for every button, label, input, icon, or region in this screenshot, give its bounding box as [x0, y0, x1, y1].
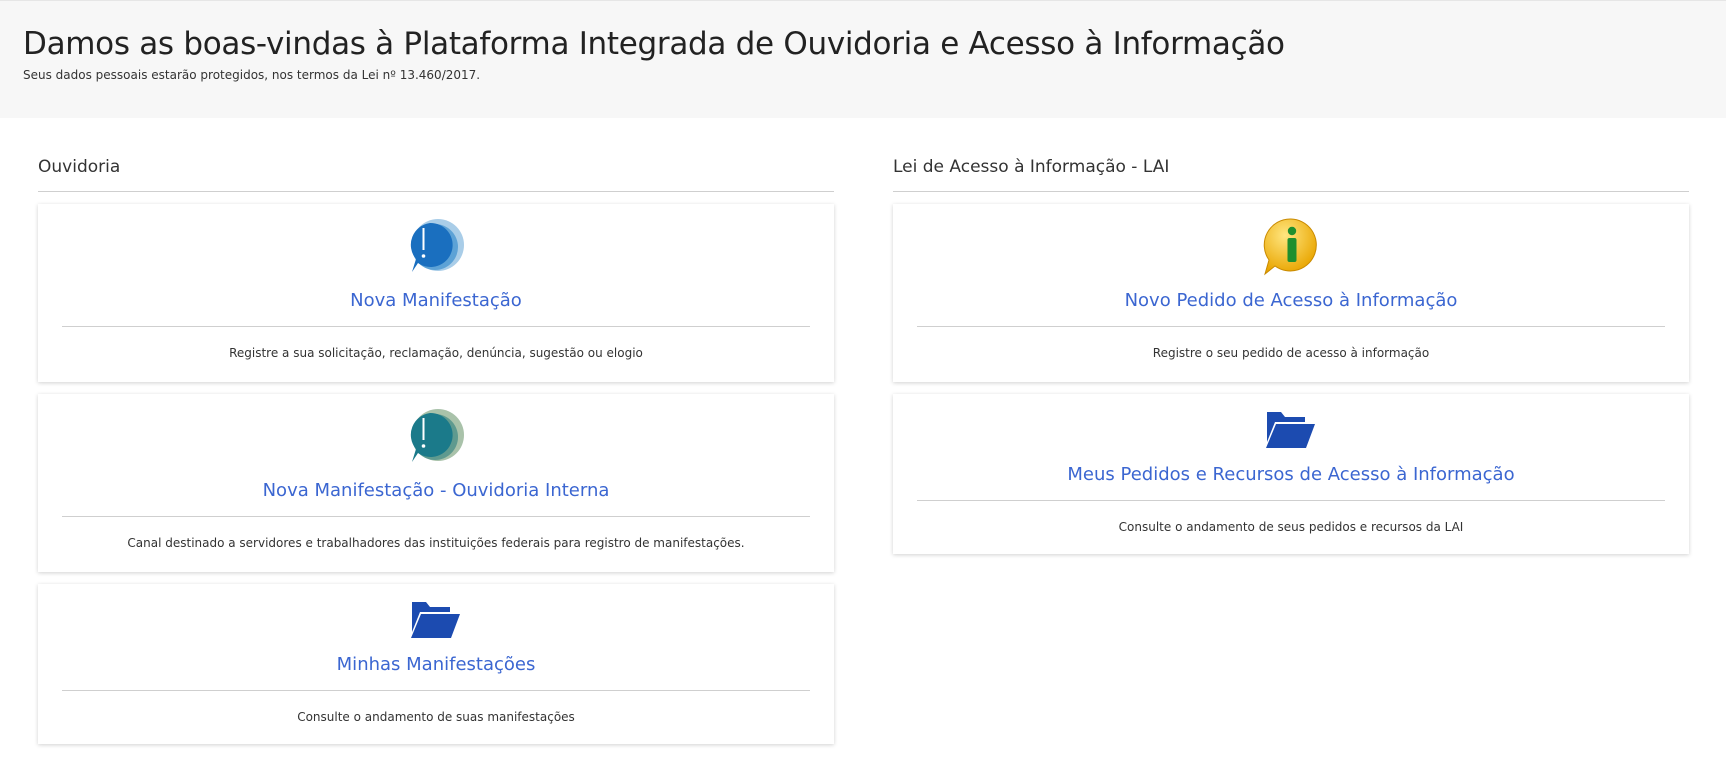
lai-section: Lei de Acesso à Informação - LAI Novo Pe… — [893, 156, 1689, 554]
card-divider — [917, 326, 1665, 327]
main-content: Ouvidoria Nova Manifestação Registre a s… — [0, 118, 1726, 772]
speech-bubble-exclamation-teal-icon — [410, 409, 464, 462]
minhas-manifestacoes-link[interactable]: Minhas Manifestações — [337, 654, 536, 676]
nova-manifestacao-description: Registre a sua solicitação, reclamação, … — [229, 346, 643, 360]
page-title: Damos as boas-vindas à Plataforma Integr… — [23, 26, 1285, 62]
novo-pedido-card[interactable]: Novo Pedido de Acesso à Informação Regis… — [893, 204, 1689, 382]
meus-pedidos-card[interactable]: Meus Pedidos e Recursos de Acesso à Info… — [893, 394, 1689, 554]
speech-bubble-exclamation-blue-icon — [410, 219, 464, 272]
novo-pedido-description: Registre o seu pedido de acesso à inform… — [1152, 346, 1430, 360]
nova-manifestacao-card[interactable]: Nova Manifestação Registre a sua solicit… — [38, 204, 834, 382]
folder-open-icon — [411, 602, 460, 638]
folder-open-icon — [1266, 412, 1315, 448]
nova-manifestacao-interna-link[interactable]: Nova Manifestação - Ouvidoria Interna — [263, 480, 610, 502]
card-divider — [62, 516, 810, 517]
minhas-manifestacoes-card[interactable]: Minhas Manifestações Consulte o andament… — [38, 584, 834, 744]
meus-pedidos-link[interactable]: Meus Pedidos e Recursos de Acesso à Info… — [1067, 464, 1514, 486]
page-header: Damos as boas-vindas à Plataforma Integr… — [0, 0, 1726, 118]
ouvidoria-section: Ouvidoria Nova Manifestação Registre a s… — [38, 156, 834, 744]
info-bubble-icon — [1263, 218, 1317, 276]
nova-manifestacao-link[interactable]: Nova Manifestação — [350, 290, 522, 312]
novo-pedido-link[interactable]: Novo Pedido de Acesso à Informação — [1125, 290, 1458, 312]
meus-pedidos-description: Consulte o andamento de seus pedidos e r… — [1118, 520, 1464, 534]
nova-manifestacao-interna-description: Canal destinado a servidores e trabalhad… — [127, 536, 745, 550]
lai-section-title: Lei de Acesso à Informação - LAI — [893, 156, 1689, 192]
card-divider — [62, 326, 810, 327]
ouvidoria-section-title: Ouvidoria — [38, 156, 834, 192]
minhas-manifestacoes-description: Consulte o andamento de suas manifestaçõ… — [297, 710, 575, 724]
card-divider — [917, 500, 1665, 501]
card-divider — [62, 690, 810, 691]
nova-manifestacao-interna-card[interactable]: Nova Manifestação - Ouvidoria Interna Ca… — [38, 394, 834, 572]
page-subtitle: Seus dados pessoais estarão protegidos, … — [23, 68, 481, 82]
